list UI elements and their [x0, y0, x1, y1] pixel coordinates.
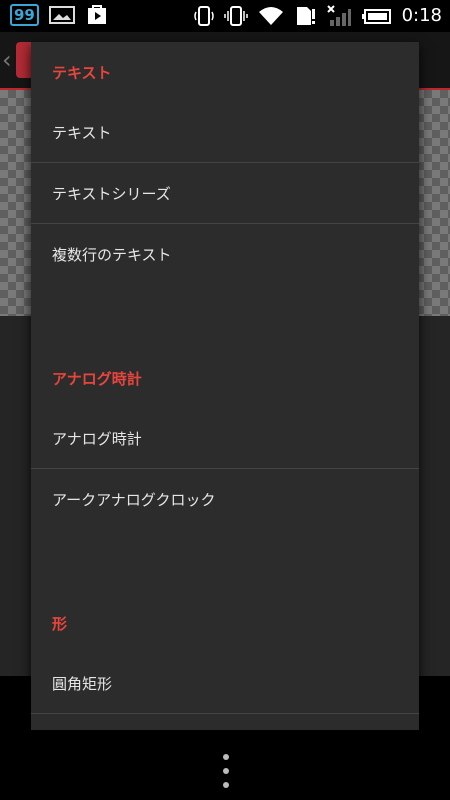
menu-item-text-series[interactable]: テキストシリーズ — [31, 163, 419, 224]
play-store-icon — [87, 5, 106, 24]
signal-icon — [326, 5, 351, 26]
wifi-icon — [258, 7, 283, 25]
component-menu: テキスト テキスト テキストシリーズ 複数行のテキスト アナログ時計 アナログ時… — [31, 42, 419, 730]
back-chevron-icon[interactable]: ‹ — [2, 46, 12, 74]
phone-icon — [193, 6, 214, 26]
vibrate-icon — [223, 6, 248, 26]
menu-item-text[interactable]: テキスト — [31, 102, 419, 163]
section-header-analog-clock: アナログ時計 — [52, 369, 142, 388]
battery-icon — [361, 9, 391, 24]
overflow-menu-icon[interactable] — [216, 754, 236, 788]
section-header-text: テキスト — [52, 63, 112, 82]
section-header-shape: 形 — [52, 614, 68, 633]
menu-item-analog-clock[interactable]: アナログ時計 — [31, 408, 419, 469]
notification-count-badge: 99 — [10, 4, 39, 26]
image-icon — [48, 6, 75, 24]
menu-item-rounded-rectangle[interactable]: 圓角矩形 — [31, 653, 419, 714]
status-time: 0:18 — [401, 5, 442, 26]
menu-item-arc-analog-clock[interactable]: アークアナログクロック — [31, 469, 419, 530]
menu-item-multiline-text[interactable]: 複数行のテキスト — [31, 224, 419, 285]
status-bar: 99 0:18 — [0, 0, 450, 32]
sd-card-icon — [296, 7, 315, 25]
